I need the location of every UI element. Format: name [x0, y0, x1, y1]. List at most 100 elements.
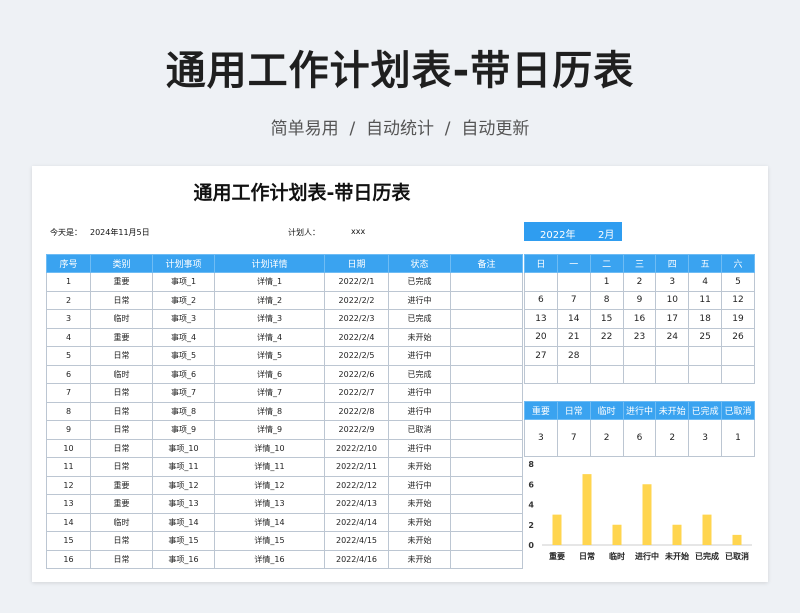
table-row[interactable]: 3 临时 事项_3 详情_3 2022/2/3 已完成: [46, 309, 523, 329]
table-cell[interactable]: [450, 309, 523, 329]
month-value[interactable]: 2月: [598, 226, 614, 241]
calendar-day[interactable]: 20: [524, 327, 558, 347]
calendar-day[interactable]: 24: [655, 327, 690, 347]
table-cell[interactable]: 日常: [90, 290, 153, 310]
calendar-day[interactable]: [556, 272, 591, 292]
table-cell[interactable]: 未开始: [388, 531, 451, 551]
calendar-day[interactable]: 14: [556, 309, 591, 329]
calendar-day[interactable]: 2: [622, 272, 657, 292]
table-cell[interactable]: 2022/4/13: [324, 494, 389, 514]
table-row[interactable]: 16 日常 事项_16 详情_16 2022/4/16 未开始: [46, 549, 523, 569]
table-cell[interactable]: 2022/2/11: [324, 457, 389, 477]
table-cell[interactable]: 详情_6: [214, 364, 325, 384]
table-row[interactable]: 2 日常 事项_2 详情_2 2022/2/2 进行中: [46, 290, 523, 310]
table-cell[interactable]: 详情_3: [214, 309, 325, 329]
table-cell[interactable]: 事项_10: [152, 438, 215, 458]
table-cell[interactable]: 未开始: [388, 512, 451, 532]
table-cell[interactable]: 日常: [90, 420, 153, 440]
table-cell[interactable]: 重要: [90, 272, 153, 292]
calendar-day[interactable]: 7: [556, 290, 591, 310]
calendar-day[interactable]: [589, 364, 624, 384]
table-cell[interactable]: 进行中: [388, 475, 451, 495]
table-cell[interactable]: 2022/2/5: [324, 346, 389, 366]
table-cell[interactable]: 2022/2/1: [324, 272, 389, 292]
table-cell[interactable]: 已完成: [388, 272, 451, 292]
table-cell[interactable]: 详情_4: [214, 327, 325, 347]
table-cell[interactable]: 未开始: [388, 494, 451, 514]
year-month-selector[interactable]: 2022年 2月: [524, 222, 622, 241]
table-row[interactable]: 5 日常 事项_5 详情_5 2022/2/5 进行中: [46, 346, 523, 366]
table-cell[interactable]: 详情_16: [214, 549, 325, 569]
table-cell[interactable]: 2022/4/15: [324, 531, 389, 551]
table-cell[interactable]: 事项_1: [152, 272, 215, 292]
column-header[interactable]: 状态: [388, 254, 451, 273]
table-cell[interactable]: [450, 420, 523, 440]
table-cell[interactable]: 进行中: [388, 346, 451, 366]
table-row[interactable]: 9 日常 事项_9 详情_9 2022/2/9 已取消: [46, 420, 523, 440]
table-row[interactable]: 7 日常 事项_7 详情_7 2022/2/7 进行中: [46, 383, 523, 403]
table-cell[interactable]: 事项_4: [152, 327, 215, 347]
table-cell[interactable]: 进行中: [388, 383, 451, 403]
table-cell[interactable]: 2022/2/4: [324, 327, 389, 347]
table-cell[interactable]: [450, 531, 523, 551]
table-cell[interactable]: 事项_8: [152, 401, 215, 421]
table-cell[interactable]: [450, 327, 523, 347]
calendar-day[interactable]: [721, 346, 755, 366]
table-cell[interactable]: [450, 438, 523, 458]
table-cell[interactable]: 5: [46, 346, 91, 366]
table-cell[interactable]: [450, 383, 523, 403]
table-cell[interactable]: 14: [46, 512, 91, 532]
table-cell[interactable]: 详情_14: [214, 512, 325, 532]
table-cell[interactable]: [450, 512, 523, 532]
table-cell[interactable]: 事项_3: [152, 309, 215, 329]
calendar-day[interactable]: 12: [721, 290, 755, 310]
table-cell[interactable]: 已取消: [388, 420, 451, 440]
table-cell[interactable]: 详情_9: [214, 420, 325, 440]
table-cell[interactable]: 已完成: [388, 364, 451, 384]
table-cell[interactable]: 详情_10: [214, 438, 325, 458]
calendar-day[interactable]: [524, 364, 558, 384]
table-cell[interactable]: 2022/2/10: [324, 438, 389, 458]
table-cell[interactable]: 日常: [90, 457, 153, 477]
table-row[interactable]: 10 日常 事项_10 详情_10 2022/2/10 进行中: [46, 438, 523, 458]
table-cell[interactable]: 重要: [90, 475, 153, 495]
calendar-day[interactable]: [622, 346, 657, 366]
table-cell[interactable]: 详情_13: [214, 494, 325, 514]
table-cell[interactable]: 事项_9: [152, 420, 215, 440]
table-cell[interactable]: 日常: [90, 401, 153, 421]
table-row[interactable]: 1 重要 事项_1 详情_1 2022/2/1 已完成: [46, 272, 523, 292]
table-cell[interactable]: [450, 346, 523, 366]
calendar-day[interactable]: 16: [622, 309, 657, 329]
table-cell[interactable]: 日常: [90, 383, 153, 403]
table-row[interactable]: 14 临时 事项_14 详情_14 2022/4/14 未开始: [46, 512, 523, 532]
table-row[interactable]: 8 日常 事项_8 详情_8 2022/2/8 进行中: [46, 401, 523, 421]
table-cell[interactable]: 8: [46, 401, 91, 421]
table-cell[interactable]: [450, 272, 523, 292]
calendar-day[interactable]: 15: [589, 309, 624, 329]
calendar-day[interactable]: 9: [622, 290, 657, 310]
table-cell[interactable]: 16: [46, 549, 91, 569]
table-cell[interactable]: 事项_11: [152, 457, 215, 477]
calendar-day[interactable]: 6: [524, 290, 558, 310]
calendar-day[interactable]: 22: [589, 327, 624, 347]
table-cell[interactable]: 详情_12: [214, 475, 325, 495]
table-cell[interactable]: 详情_15: [214, 531, 325, 551]
column-header[interactable]: 序号: [46, 254, 91, 273]
calendar-day[interactable]: 17: [655, 309, 690, 329]
table-row[interactable]: 4 重要 事项_4 详情_4 2022/2/4 未开始: [46, 327, 523, 347]
calendar-day[interactable]: [589, 346, 624, 366]
table-cell[interactable]: 9: [46, 420, 91, 440]
table-cell[interactable]: 详情_1: [214, 272, 325, 292]
table-cell[interactable]: 6: [46, 364, 91, 384]
calendar-day[interactable]: 13: [524, 309, 558, 329]
calendar-day[interactable]: [721, 364, 755, 384]
calendar-day[interactable]: 10: [655, 290, 690, 310]
table-cell[interactable]: 进行中: [388, 401, 451, 421]
table-cell[interactable]: 日常: [90, 438, 153, 458]
calendar-day[interactable]: [688, 364, 723, 384]
calendar-day[interactable]: 18: [688, 309, 723, 329]
table-cell[interactable]: 1: [46, 272, 91, 292]
table-cell[interactable]: 7: [46, 383, 91, 403]
table-cell[interactable]: 事项_14: [152, 512, 215, 532]
table-cell[interactable]: 事项_13: [152, 494, 215, 514]
